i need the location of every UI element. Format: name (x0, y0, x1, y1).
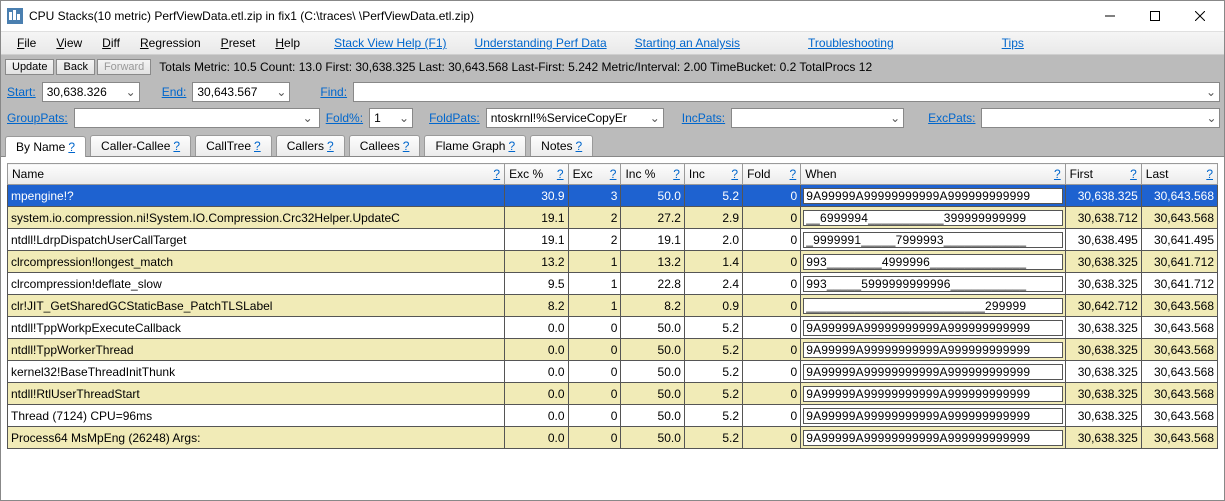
maximize-button[interactable] (1132, 2, 1177, 30)
link-tips[interactable]: Tips (988, 34, 1038, 52)
link-starting[interactable]: Starting an Analysis (621, 34, 754, 52)
help-icon[interactable]: ? (68, 140, 75, 154)
col-first[interactable]: First ? (1065, 164, 1141, 185)
tab-label: Caller-Callee (101, 139, 170, 153)
back-button[interactable]: Back (56, 59, 94, 75)
menubar: File View Diff Regression Preset Help St… (1, 31, 1224, 55)
help-icon[interactable]: ? (254, 139, 261, 153)
menu-preset[interactable]: Preset (211, 34, 266, 52)
tabbar: By Name?Caller-Callee?CallTree?Callers?C… (1, 131, 1224, 157)
tab-calltree[interactable]: CallTree? (195, 135, 272, 156)
help-icon[interactable]: ? (403, 139, 410, 153)
table-row[interactable]: ntdll!TppWorkerThread0.0050.05.209A99999… (8, 339, 1218, 361)
help-icon[interactable]: ? (173, 139, 180, 153)
window-title: CPU Stacks(10 metric) PerfViewData.etl.z… (29, 9, 1087, 23)
table-row[interactable]: system.io.compression.ni!System.IO.Compr… (8, 207, 1218, 229)
chevron-down-icon[interactable]: ⌄ (1204, 111, 1219, 125)
help-icon[interactable]: ? (576, 139, 583, 153)
app-icon (7, 8, 23, 24)
table-row[interactable]: clrcompression!longest_match13.2113.21.4… (8, 251, 1218, 273)
tab-label: Callees (360, 139, 400, 153)
col-incp[interactable]: Inc % ? (621, 164, 684, 185)
chevron-down-icon[interactable]: ⌄ (887, 111, 903, 125)
tab-notes[interactable]: Notes? (530, 135, 593, 156)
incpats-label[interactable]: IncPats: (680, 111, 727, 125)
table-row[interactable]: kernel32!BaseThreadInitThunk0.0050.05.20… (8, 361, 1218, 383)
grouppats-label[interactable]: GroupPats: (5, 111, 70, 125)
link-understanding[interactable]: Understanding Perf Data (461, 34, 621, 52)
tab-label: Notes (541, 139, 572, 153)
tab-callers[interactable]: Callers? (276, 135, 345, 156)
foldpct-label[interactable]: Fold%: (324, 111, 365, 125)
col-inc[interactable]: Inc ? (684, 164, 742, 185)
find-input[interactable] (354, 83, 1203, 101)
menu-view[interactable]: View (46, 34, 92, 52)
tab-label: Callers (287, 139, 324, 153)
grouppats-input[interactable] (75, 109, 300, 127)
chevron-down-icon[interactable]: ⌄ (1203, 85, 1219, 99)
tab-label: Flame Graph (435, 139, 505, 153)
foldpats-label[interactable]: FoldPats: (427, 111, 482, 125)
tab-by-name[interactable]: By Name? (5, 136, 86, 157)
end-input[interactable] (193, 83, 273, 101)
menu-file[interactable]: File (7, 34, 46, 52)
chevron-down-icon[interactable]: ⌄ (647, 111, 663, 125)
help-icon[interactable]: ? (508, 139, 515, 153)
update-button[interactable]: Update (5, 59, 54, 75)
table-row[interactable]: ntdll!TppWorkpExecuteCallback0.0050.05.2… (8, 317, 1218, 339)
excpats-label[interactable]: ExcPats: (926, 111, 977, 125)
link-stackviewhelp[interactable]: Stack View Help (F1) (320, 34, 460, 52)
table-row[interactable]: ntdll!LdrpDispatchUserCallTarget19.1219.… (8, 229, 1218, 251)
chevron-down-icon[interactable]: ⌄ (396, 111, 412, 125)
start-label[interactable]: Start: (5, 85, 38, 99)
menu-regression[interactable]: Regression (130, 34, 211, 52)
col-name[interactable]: Name ? (8, 164, 505, 185)
table-row[interactable]: clr!JIT_GetSharedGCStaticBase_PatchTLSLa… (8, 295, 1218, 317)
help-icon[interactable]: ? (327, 139, 334, 153)
data-grid[interactable]: Name ? Exc % ? Exc ? Inc % ? Inc ? Fold … (7, 163, 1218, 449)
start-input[interactable] (43, 83, 123, 101)
chevron-down-icon[interactable]: ⌄ (300, 111, 316, 125)
col-when[interactable]: When ? (801, 164, 1065, 185)
incpats-input[interactable] (732, 109, 887, 127)
foldpct-input[interactable] (370, 109, 396, 127)
tab-flame-graph[interactable]: Flame Graph? (424, 135, 526, 156)
chevron-down-icon[interactable]: ⌄ (273, 85, 289, 99)
col-fold[interactable]: Fold ? (743, 164, 801, 185)
stats-text: Totals Metric: 10.5 Count: 13.0 First: 3… (159, 60, 872, 74)
end-label[interactable]: End: (160, 85, 189, 99)
menu-help[interactable]: Help (265, 34, 310, 52)
forward-button[interactable]: Forward (97, 59, 151, 75)
close-button[interactable] (1177, 2, 1222, 30)
col-excp[interactable]: Exc % ? (505, 164, 568, 185)
filterbar-1: Start: ⌄ End: ⌄ Find: ⌄ (1, 79, 1224, 105)
table-row[interactable]: mpengine!?30.9350.05.209A99999A999999999… (8, 185, 1218, 207)
find-label[interactable]: Find: (318, 85, 349, 99)
tab-label: By Name (16, 140, 65, 154)
table-row[interactable]: ntdll!RtlUserThreadStart0.0050.05.209A99… (8, 383, 1218, 405)
tab-caller-callee[interactable]: Caller-Callee? (90, 135, 191, 156)
table-row[interactable]: Process64 MsMpEng (26248) Args:0.0050.05… (8, 427, 1218, 449)
table-row[interactable]: clrcompression!deflate_slow9.5122.82.409… (8, 273, 1218, 295)
link-troubleshooting[interactable]: Troubleshooting (794, 34, 908, 52)
filterbar-2: GroupPats: ⌄ Fold%: ⌄ FoldPats: ⌄ IncPat… (1, 105, 1224, 131)
tab-callees[interactable]: Callees? (349, 135, 421, 156)
chevron-down-icon[interactable]: ⌄ (123, 85, 139, 99)
menu-diff[interactable]: Diff (92, 34, 130, 52)
excpats-input[interactable] (982, 109, 1204, 127)
col-exc[interactable]: Exc ? (568, 164, 621, 185)
minimize-button[interactable] (1087, 2, 1132, 30)
tab-label: CallTree (206, 139, 251, 153)
foldpats-input[interactable] (487, 109, 647, 127)
col-last[interactable]: Last ? (1141, 164, 1217, 185)
toolbar: Update Back Forward Totals Metric: 10.5 … (1, 55, 1224, 79)
table-row[interactable]: Thread (7124) CPU=96ms0.0050.05.209A9999… (8, 405, 1218, 427)
